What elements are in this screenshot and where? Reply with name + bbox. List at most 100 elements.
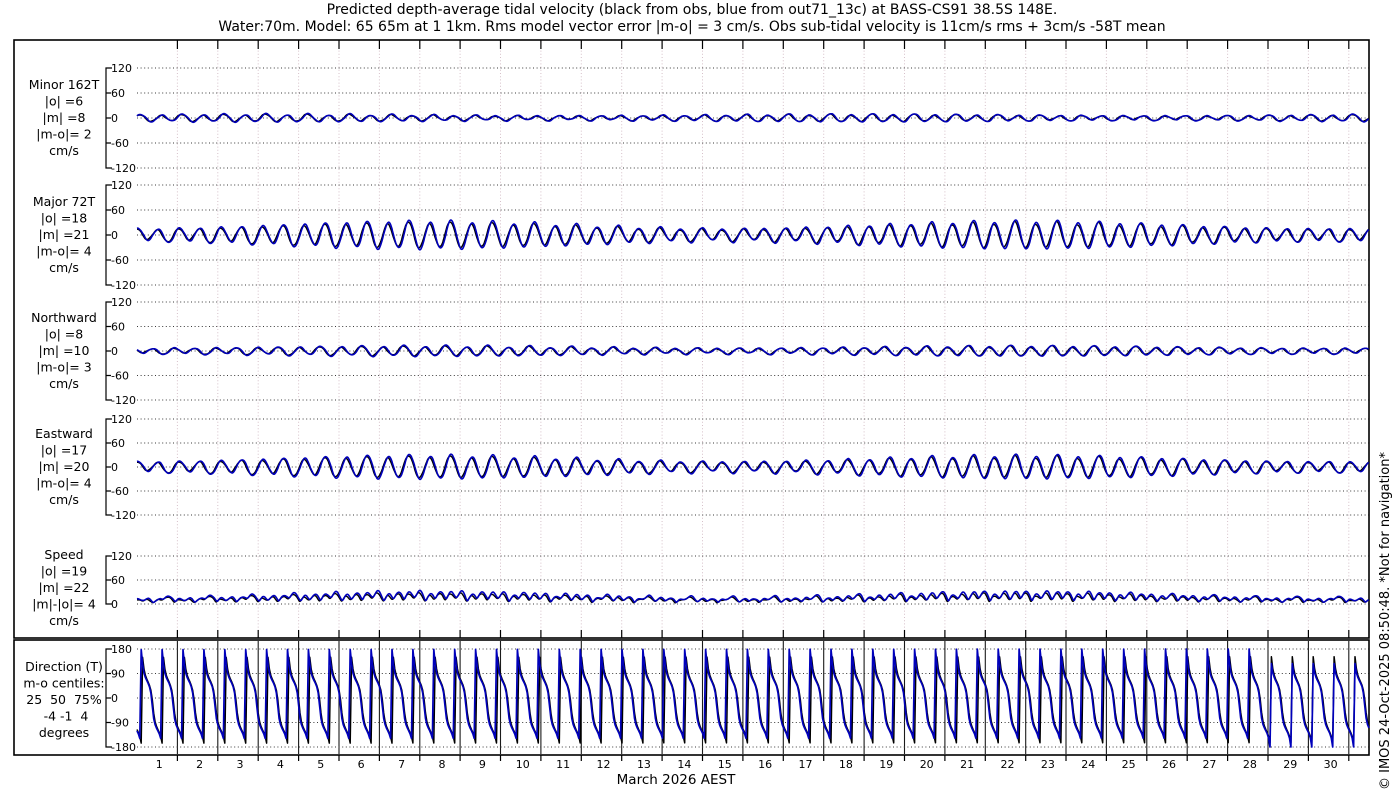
panel-label-direction: degrees	[39, 725, 89, 740]
x-day-label: 10	[516, 758, 530, 771]
panel-label-speed: Speed	[44, 547, 83, 562]
panel-label-speed: cm/s	[49, 613, 79, 628]
figure-subtitle: Water:70m. Model: 65 65m at 1 1km. Rms m…	[218, 19, 1166, 35]
ytick-label-major: -60	[111, 254, 129, 267]
x-day-label: 30	[1324, 758, 1338, 771]
panel-label-major: |m| =21	[39, 227, 90, 242]
x-day-label: 17	[799, 758, 813, 771]
model-trace-minor	[136, 112, 1370, 124]
ytick-label-eastward: -120	[111, 509, 136, 522]
panel-label-eastward: Eastward	[35, 426, 93, 441]
x-day-label: 29	[1283, 758, 1297, 771]
x-day-label: 18	[839, 758, 853, 771]
panel-label-direction: Direction (T)	[25, 659, 103, 674]
ytick-label-direction: -180	[111, 741, 136, 754]
x-day-label: 4	[277, 758, 284, 771]
panel-label-minor: |o| =6	[45, 94, 84, 109]
x-day-label: 21	[960, 758, 974, 771]
ytick-label-eastward: -60	[111, 485, 129, 498]
ytick-label-speed: 60	[111, 574, 125, 587]
panel-label-direction: m-o centiles:	[23, 676, 104, 691]
panel-label-northward: Northward	[31, 310, 97, 325]
tidal-velocity-figure: Predicted depth-average tidal velocity (…	[0, 0, 1400, 800]
x-day-label: 5	[317, 758, 324, 771]
ytick-label-eastward: 120	[111, 413, 132, 426]
gridlines-major	[137, 184, 1369, 286]
x-day-label: 7	[398, 758, 405, 771]
x-day-label: 12	[597, 758, 611, 771]
x-day-label: 2	[196, 758, 203, 771]
panel-label-minor: |m| =8	[43, 110, 86, 125]
ytick-label-direction: 180	[111, 643, 132, 656]
x-day-label: 13	[637, 758, 651, 771]
ytick-label-eastward: 60	[111, 437, 125, 450]
panel-label-eastward: cm/s	[49, 492, 79, 507]
x-day-label: 25	[1122, 758, 1136, 771]
model-trace-northward	[136, 344, 1369, 358]
panel-label-northward: |m-o|= 3	[36, 360, 91, 375]
x-day-label: 23	[1041, 758, 1055, 771]
figure-title: Predicted depth-average tidal velocity (…	[326, 2, 1058, 18]
ytick-label-minor: 120	[111, 62, 132, 75]
x-day-label: 6	[358, 758, 365, 771]
panel-label-minor: Minor 162T	[29, 77, 100, 92]
panel-label-northward: |o| =8	[45, 327, 84, 342]
model-trace-speed	[136, 589, 1370, 604]
panel-label-speed: |m| =22	[39, 580, 90, 595]
ytick-label-minor: -120	[111, 162, 136, 175]
velocity-panels-frame	[13, 39, 1370, 639]
ytick-label-northward: 120	[111, 296, 132, 309]
ytick-label-major: -120	[111, 279, 136, 292]
x-day-label: 19	[879, 758, 893, 771]
ytick-label-minor: 0	[111, 112, 118, 125]
panel-label-speed: |m|-|o|= 4	[32, 597, 96, 612]
x-day-label: 14	[677, 758, 691, 771]
x-day-label: 20	[920, 758, 934, 771]
ytick-label-minor: -60	[111, 137, 129, 150]
x-day-label: 24	[1081, 758, 1095, 771]
day-lines-direction	[176, 641, 1350, 754]
x-day-label: 26	[1162, 758, 1176, 771]
imos-watermark: © IMOS 24-Oct-2025 08:50:48. *Not for na…	[1378, 452, 1393, 790]
panel-label-minor: cm/s	[49, 143, 79, 158]
ytick-label-northward: -120	[111, 394, 136, 407]
x-day-label: 9	[479, 758, 486, 771]
ytick-label-direction: -90	[111, 717, 129, 730]
panel-label-northward: |m| =10	[39, 343, 90, 358]
panel-label-major: |m-o|= 4	[36, 244, 91, 259]
panel-label-eastward: |m| =20	[39, 459, 90, 474]
panel-label-direction: -4 -1 4	[40, 709, 89, 724]
day-ticks	[176, 40, 1350, 761]
panel-label-speed: |o| =19	[41, 564, 87, 579]
ytick-label-major: 120	[111, 179, 132, 192]
x-axis-title: March 2026 AEST	[617, 772, 736, 788]
ytick-label-direction: 90	[111, 668, 125, 681]
x-day-label: 1	[156, 758, 163, 771]
x-day-label: 22	[1000, 758, 1014, 771]
tidal-velocity-plot: 120600-60-120Minor 162T|o| =6|m| =8|m-o|…	[13, 39, 1393, 790]
panel-label-minor: |m-o|= 2	[36, 127, 91, 142]
x-day-label: 16	[758, 758, 772, 771]
panel-label-eastward: |o| =17	[41, 443, 87, 458]
gridlines-eastward	[137, 418, 1369, 516]
x-day-label: 8	[438, 758, 445, 771]
ytick-label-major: 60	[111, 204, 125, 217]
x-day-label: 11	[556, 758, 570, 771]
ytick-label-northward: 0	[111, 345, 118, 358]
ytick-label-speed: 0	[111, 598, 118, 611]
obs-trace-direction	[136, 655, 1370, 744]
x-day-label: 27	[1202, 758, 1216, 771]
ytick-label-minor: 60	[111, 87, 125, 100]
panel-label-major: cm/s	[49, 260, 79, 275]
panel-label-major: Major 72T	[33, 194, 96, 209]
ytick-label-direction: 0	[111, 692, 118, 705]
ytick-label-northward: 60	[111, 321, 125, 334]
ytick-label-speed: 120	[111, 550, 132, 563]
x-day-label: 3	[237, 758, 244, 771]
panel-label-northward: cm/s	[49, 376, 79, 391]
x-day-label: 15	[718, 758, 732, 771]
panel-label-direction: 25 50 75%	[26, 692, 102, 707]
x-day-label: 28	[1243, 758, 1257, 771]
ytick-label-major: 0	[111, 229, 118, 242]
ytick-label-eastward: 0	[111, 461, 118, 474]
